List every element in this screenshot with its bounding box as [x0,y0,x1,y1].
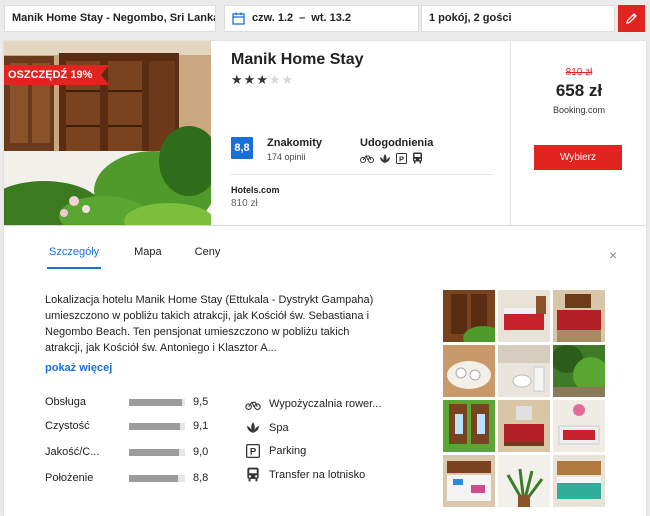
star-rating: ★★★★★ [231,72,294,88]
details-panel: Szczegóły Mapa Ceny × Lokalizacja hotelu… [4,226,646,516]
rating-bar [129,474,185,482]
hotel-name[interactable]: Manik Home Stay [231,51,363,69]
rating-bar [129,398,185,406]
bicycle-icon [245,401,261,410]
select-button[interactable]: Wybierz [534,145,622,170]
amenity-icons: P [360,152,423,164]
amenity-label: Transfer na lotnisko [269,468,366,481]
date-separator: – [299,12,306,24]
gallery-thumbnail[interactable] [498,290,550,342]
old-price: 810 zł [565,67,593,78]
deal-price: 658 zł [555,81,603,100]
rating-row: Jakość/C... 9,0 [45,444,223,460]
gallery-thumbnail[interactable] [443,400,495,452]
star-filled-icon: ★ [231,72,244,87]
amenity-item: Transfer na lotnisko [245,467,365,482]
rating-row: Czystość 9,1 [45,418,223,434]
svg-text:P: P [250,447,257,458]
gallery-thumbnail[interactable] [498,455,550,507]
deal-provider: Booking.com [552,105,606,115]
rating-label: Znakomity [267,137,323,149]
amenity-label: Spa [269,421,289,434]
rating-row: Położenie 8,8 [45,470,223,486]
score-badge: 8,8 [231,137,253,159]
gallery-thumbnail[interactable] [443,290,495,342]
spa-icon [247,422,259,433]
gallery-thumbnail[interactable] [553,455,605,507]
bus-icon [247,467,259,482]
dates-field[interactable]: czw. 1.2 – wt. 13.2 [224,5,419,32]
bus-icon [413,152,422,164]
search-bar: Manik Home Stay - Negombo, Sri Lanka czw… [0,0,650,36]
rating-row-label: Jakość/C... [45,446,100,458]
gallery-thumbnail[interactable] [443,345,495,397]
rating-row-label: Położenie [45,472,94,484]
details-tabs: Szczegóły Mapa Ceny [47,246,253,269]
tab-details[interactable]: Szczegóły [47,246,102,269]
hotel-card: OSZCZĘDŹ 19% Manik Home Stay ★★★★★ 8,8 Z… [4,41,646,225]
gallery-thumbnail[interactable] [443,455,495,507]
rating-value: 9,1 [193,420,209,432]
star-filled-icon: ★ [256,72,269,87]
rating-value: 8,8 [193,472,209,484]
rating-bar [129,422,185,430]
amenity-label: Wypożyczalnia rower... [269,398,382,410]
review-count[interactable]: 174 opinii [267,152,306,162]
tab-prices[interactable]: Ceny [195,246,221,269]
tab-map[interactable]: Mapa [134,246,162,269]
edit-search-button[interactable] [618,5,645,32]
amenity-item: Wypożyczalnia rower... [245,398,381,410]
show-more-link[interactable]: pokaż więcej [45,362,112,374]
price-column: 810 zł 658 zł Booking.com Wybierz [510,41,646,225]
rating-value: 9,0 [193,446,209,458]
gallery-thumbnail[interactable] [553,345,605,397]
calendar-icon [232,12,245,25]
amenities-title: Udogodnienia [360,137,434,149]
card-divider [231,174,493,175]
parking-icon: P [246,444,260,458]
star-empty-icon: ★ [281,72,295,87]
provider-price[interactable]: 810 zł [231,198,258,209]
destination-field[interactable]: Manik Home Stay - Negombo, Sri Lanka [4,5,216,32]
svg-text:P: P [399,154,404,163]
hotel-photo[interactable]: OSZCZĘDŹ 19% [4,41,211,225]
close-icon[interactable]: × [609,247,617,263]
rating-value: 9,5 [193,396,209,408]
guests-field[interactable]: 1 pokój, 2 gości [421,5,615,32]
gallery-thumbnail[interactable] [553,290,605,342]
rating-row-label: Czystość [45,420,90,432]
date-from: czw. 1.2 [252,12,294,24]
rating-row-label: Obsługa [45,396,86,408]
discount-badge: OSZCZĘDŹ 19% [4,65,110,85]
bicycle-icon [360,155,374,163]
pencil-icon [626,13,637,24]
rating-row: Obsługa 9,5 [45,394,223,410]
spa-icon [380,153,390,163]
parking-icon: P [396,152,407,164]
amenity-item: P Parking [245,444,306,458]
date-to: wt. 13.2 [311,12,352,24]
amenity-item: Spa [245,421,289,434]
gallery-thumbnail[interactable] [498,345,550,397]
star-empty-icon: ★ [268,72,282,87]
provider-name[interactable]: Hotels.com [231,185,280,195]
amenity-label: Parking [269,445,307,457]
photo-gallery [443,290,605,507]
hotel-description: Lokalizacja hotelu Manik Home Stay (Ettu… [45,294,374,354]
gallery-thumbnail[interactable] [498,400,550,452]
gallery-thumbnail[interactable] [553,400,605,452]
star-filled-icon: ★ [243,72,257,87]
rating-bar [129,448,185,456]
